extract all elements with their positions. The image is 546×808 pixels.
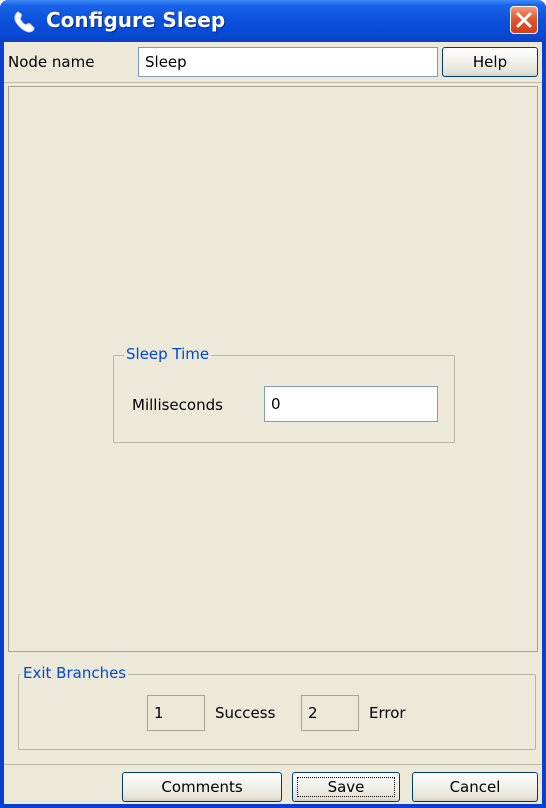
- milliseconds-label: Milliseconds: [132, 396, 223, 414]
- save-button[interactable]: Save: [292, 772, 400, 802]
- sleep-time-group: Sleep Time Milliseconds: [113, 345, 455, 443]
- comments-button[interactable]: Comments: [122, 772, 282, 802]
- branch-label-error: Error: [369, 704, 406, 722]
- milliseconds-input[interactable]: [264, 386, 438, 422]
- help-button[interactable]: Help: [442, 47, 538, 77]
- exit-branches-legend: Exit Branches: [21, 664, 129, 682]
- title-bar[interactable]: Configure Sleep: [0, 0, 546, 42]
- node-name-input[interactable]: [138, 47, 438, 77]
- branch-number-success: 1: [147, 695, 205, 731]
- node-name-row: Node name Help: [4, 42, 542, 83]
- phone-handset-icon: [12, 8, 38, 34]
- main-panel: Sleep Time Milliseconds: [8, 86, 538, 652]
- sleep-time-legend: Sleep Time: [124, 345, 212, 363]
- branch-number-error: 2: [301, 695, 359, 731]
- exit-branches-group: Exit Branches 1 Success 2 Error: [18, 664, 536, 750]
- dialog-content: Node name Help Sleep Time Milliseconds E…: [4, 42, 542, 804]
- node-name-label: Node name: [8, 53, 95, 71]
- bottom-separator: [4, 764, 542, 765]
- cancel-button[interactable]: Cancel: [412, 772, 538, 802]
- close-button[interactable]: [510, 6, 538, 34]
- branch-label-success: Success: [215, 704, 276, 722]
- configure-sleep-dialog: Configure Sleep Node name Help Sleep Tim…: [0, 0, 546, 808]
- window-title: Configure Sleep: [46, 8, 226, 32]
